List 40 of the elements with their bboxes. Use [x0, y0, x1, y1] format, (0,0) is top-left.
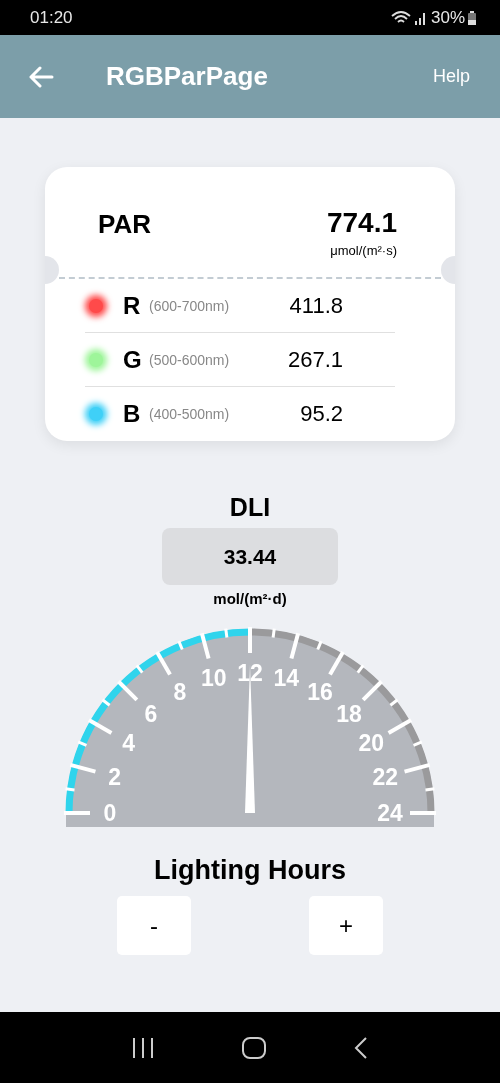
back-icon[interactable]: [28, 65, 54, 88]
status-time: 01:20: [30, 7, 73, 28]
scale-label: 4: [122, 730, 136, 756]
back-nav-icon[interactable]: [353, 1035, 369, 1060]
par-unit: μmol/(m²·s): [330, 243, 397, 258]
dli-value: 33.44: [162, 528, 338, 585]
battery-icon: [468, 10, 476, 25]
par-label: PAR: [98, 209, 151, 241]
band-letter: R: [123, 291, 142, 320]
band-letter: G: [123, 345, 143, 374]
increase-button[interactable]: +: [309, 896, 383, 955]
page-title: RGBParPage: [106, 61, 269, 92]
lighting-hours-label: Lighting Hours: [154, 855, 346, 886]
home-icon[interactable]: [241, 1035, 267, 1060]
band-range: (500-600nm): [149, 351, 230, 368]
band-range: (400-500nm): [149, 405, 230, 422]
scale-label: 14: [273, 664, 300, 691]
band-letter: B: [123, 399, 142, 428]
dli-label: DLI: [229, 493, 271, 522]
recent-apps-icon[interactable]: [131, 1036, 155, 1059]
scale-label: 12: [237, 660, 263, 686]
scale-label: 8: [173, 678, 187, 705]
scale-label: 16: [307, 678, 333, 705]
scale-label: 10: [200, 664, 227, 691]
scale-label: 20: [358, 730, 385, 756]
decrease-button[interactable]: -: [117, 896, 191, 955]
band-value: 411.8: [289, 292, 343, 319]
scale-label: 0: [103, 800, 117, 826]
scale-label: 22: [372, 763, 399, 790]
scale-label: 2: [108, 763, 122, 790]
signal-icon: [413, 10, 428, 25]
band-range: (600-700nm): [149, 297, 230, 314]
scale-label: 24: [377, 800, 403, 826]
par-value: 774.1: [326, 207, 397, 239]
band-value: 267.1: [287, 346, 343, 373]
battery-level: 30%: [430, 7, 465, 28]
scale-label: 18: [336, 701, 362, 727]
scale-label: 6: [144, 701, 158, 727]
band-value: 95.2: [300, 400, 343, 427]
dli-unit: mol/(m²·d): [213, 590, 287, 607]
